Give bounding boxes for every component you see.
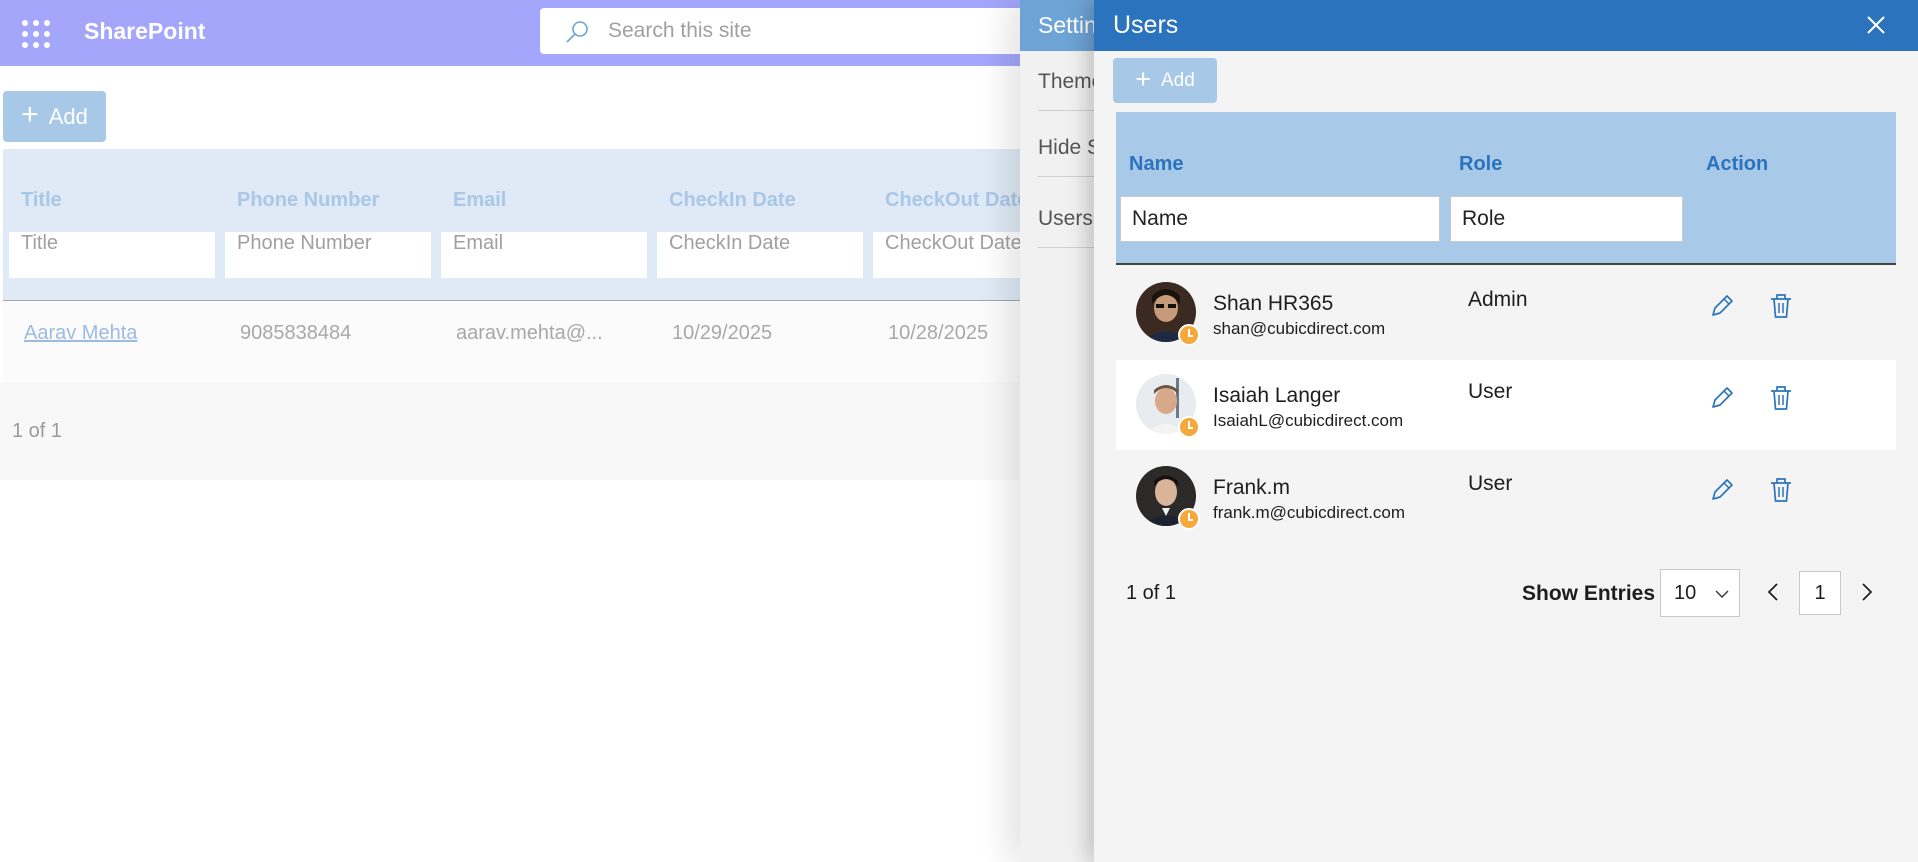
- role-filter-input[interactable]: [1450, 196, 1683, 242]
- column-checkin-date[interactable]: CheckIn Date: [669, 189, 796, 212]
- user-email: IsaiahL@cubicdirect.com: [1213, 411, 1404, 430]
- users-header: Users: [1094, 0, 1918, 51]
- chevron-right-icon[interactable]: [1854, 580, 1878, 604]
- trash-icon[interactable]: [1765, 382, 1797, 414]
- user-role: Admin: [1468, 288, 1528, 311]
- list-footer: 1 of 1: [0, 382, 1020, 480]
- entries-per-page-select[interactable]: 10: [1660, 569, 1740, 617]
- users-table-header: Name Role Action: [1116, 112, 1896, 265]
- name-filter-input[interactable]: [1120, 196, 1440, 242]
- add-user-button[interactable]: + Add: [1113, 58, 1217, 103]
- column-role[interactable]: Role: [1459, 153, 1502, 176]
- filter-phone-number[interactable]: Phone Number: [225, 232, 431, 278]
- presence-away-icon: [1178, 508, 1200, 530]
- app-name[interactable]: SharePoint: [84, 18, 205, 45]
- pencil-icon[interactable]: [1706, 474, 1738, 506]
- pencil-icon[interactable]: [1706, 382, 1738, 414]
- filter-checkin-date[interactable]: CheckIn Date: [657, 232, 863, 278]
- row-checkin: 10/29/2025: [672, 322, 773, 344]
- table-row: Frank.m frank.m@cubicdirect.com User: [1116, 452, 1896, 542]
- column-checkout-date[interactable]: CheckOut Date: [885, 189, 1028, 212]
- search-icon: [566, 21, 588, 43]
- plus-icon: +: [21, 98, 39, 131]
- user-email: frank.m@cubicdirect.com: [1213, 503, 1406, 522]
- pencil-icon[interactable]: [1706, 290, 1738, 322]
- list-row: Aarav Mehta 9085838484 aarav.mehta@... 1…: [3, 302, 1023, 382]
- entries-value: 10: [1674, 582, 1697, 604]
- user-role: User: [1468, 472, 1513, 495]
- user-name: Shan HR365: [1213, 292, 1334, 315]
- list-paging-text: 1 of 1: [12, 420, 63, 442]
- trash-icon[interactable]: [1765, 474, 1797, 506]
- filter-email[interactable]: Email: [441, 232, 647, 278]
- row-phone: 9085838484: [240, 322, 352, 344]
- column-name[interactable]: Name: [1129, 153, 1183, 176]
- page-number-button[interactable]: 1: [1799, 571, 1841, 615]
- trash-icon[interactable]: [1765, 290, 1797, 322]
- user-name: Frank.m: [1213, 476, 1291, 499]
- add-item-label: Add: [48, 103, 88, 129]
- presence-away-icon: [1178, 324, 1200, 346]
- site-search-box[interactable]: [540, 8, 1080, 54]
- row-email: aarav.mehta@...: [456, 322, 603, 344]
- app-launcher-icon[interactable]: [20, 18, 50, 48]
- add-item-button[interactable]: + Add: [3, 91, 106, 142]
- row-title-link[interactable]: Aarav Mehta: [24, 322, 137, 345]
- filter-checkout-date[interactable]: CheckOut Date: [873, 232, 1023, 278]
- table-row: Isaiah Langer IsaiahL@cubicdirect.com Us…: [1116, 360, 1896, 450]
- users-panel: Users + Add Name Role Action Shan H: [1094, 0, 1918, 862]
- plus-icon: +: [1135, 63, 1151, 94]
- user-role: User: [1468, 380, 1513, 403]
- column-title[interactable]: Title: [21, 189, 62, 212]
- close-icon[interactable]: [1862, 11, 1890, 39]
- column-action: Action: [1706, 153, 1769, 175]
- search-input[interactable]: [608, 18, 1028, 44]
- column-phone-number[interactable]: Phone Number: [237, 189, 379, 212]
- chevron-left-icon[interactable]: [1762, 580, 1786, 604]
- show-entries-label: Show Entries: [1522, 582, 1656, 605]
- column-email[interactable]: Email: [453, 189, 506, 212]
- filter-title[interactable]: Title: [9, 232, 215, 278]
- add-user-label: Add: [1160, 69, 1195, 91]
- row-checkout: 10/28/2025: [888, 322, 989, 344]
- user-email: shan@cubicdirect.com: [1213, 319, 1386, 338]
- table-row: Shan HR365 shan@cubicdirect.com Admin: [1116, 268, 1896, 358]
- paging-count: 1 of 1: [1126, 582, 1177, 604]
- list-header: Title Phone Number Email CheckIn Date Ch…: [3, 149, 1028, 301]
- chevron-down-icon: [1715, 590, 1729, 598]
- presence-away-icon: [1178, 416, 1200, 438]
- users-title: Users: [1113, 11, 1179, 39]
- user-name: Isaiah Langer: [1213, 384, 1341, 407]
